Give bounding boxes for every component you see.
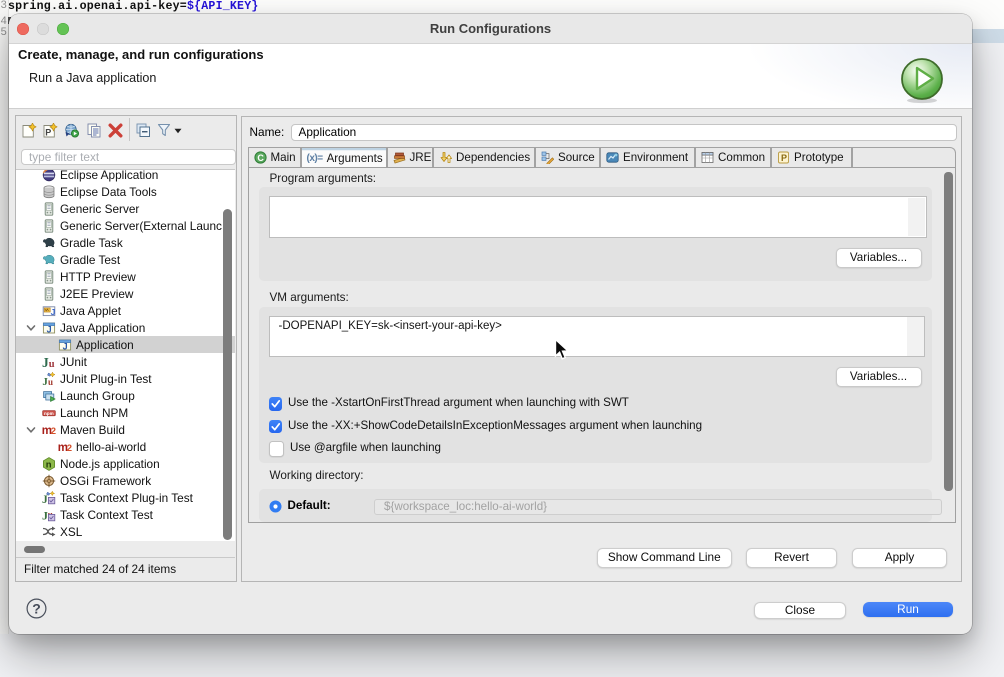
svg-text:C: C [257, 153, 264, 163]
svg-text:n: n [46, 459, 52, 470]
svg-text:J: J [51, 306, 56, 316]
svg-text:u: u [48, 377, 53, 386]
svg-text:u: u [49, 359, 55, 369]
svg-text:J: J [42, 494, 48, 505]
svg-text:P: P [781, 153, 787, 163]
svg-text:2: 2 [67, 443, 72, 454]
svg-text:J: J [63, 341, 68, 351]
svg-text:?: ? [32, 601, 41, 617]
svg-text:npm: npm [44, 410, 54, 415]
svg-text:J: J [47, 324, 52, 334]
svg-text:P: P [45, 128, 51, 138]
svg-text:2: 2 [51, 426, 56, 437]
